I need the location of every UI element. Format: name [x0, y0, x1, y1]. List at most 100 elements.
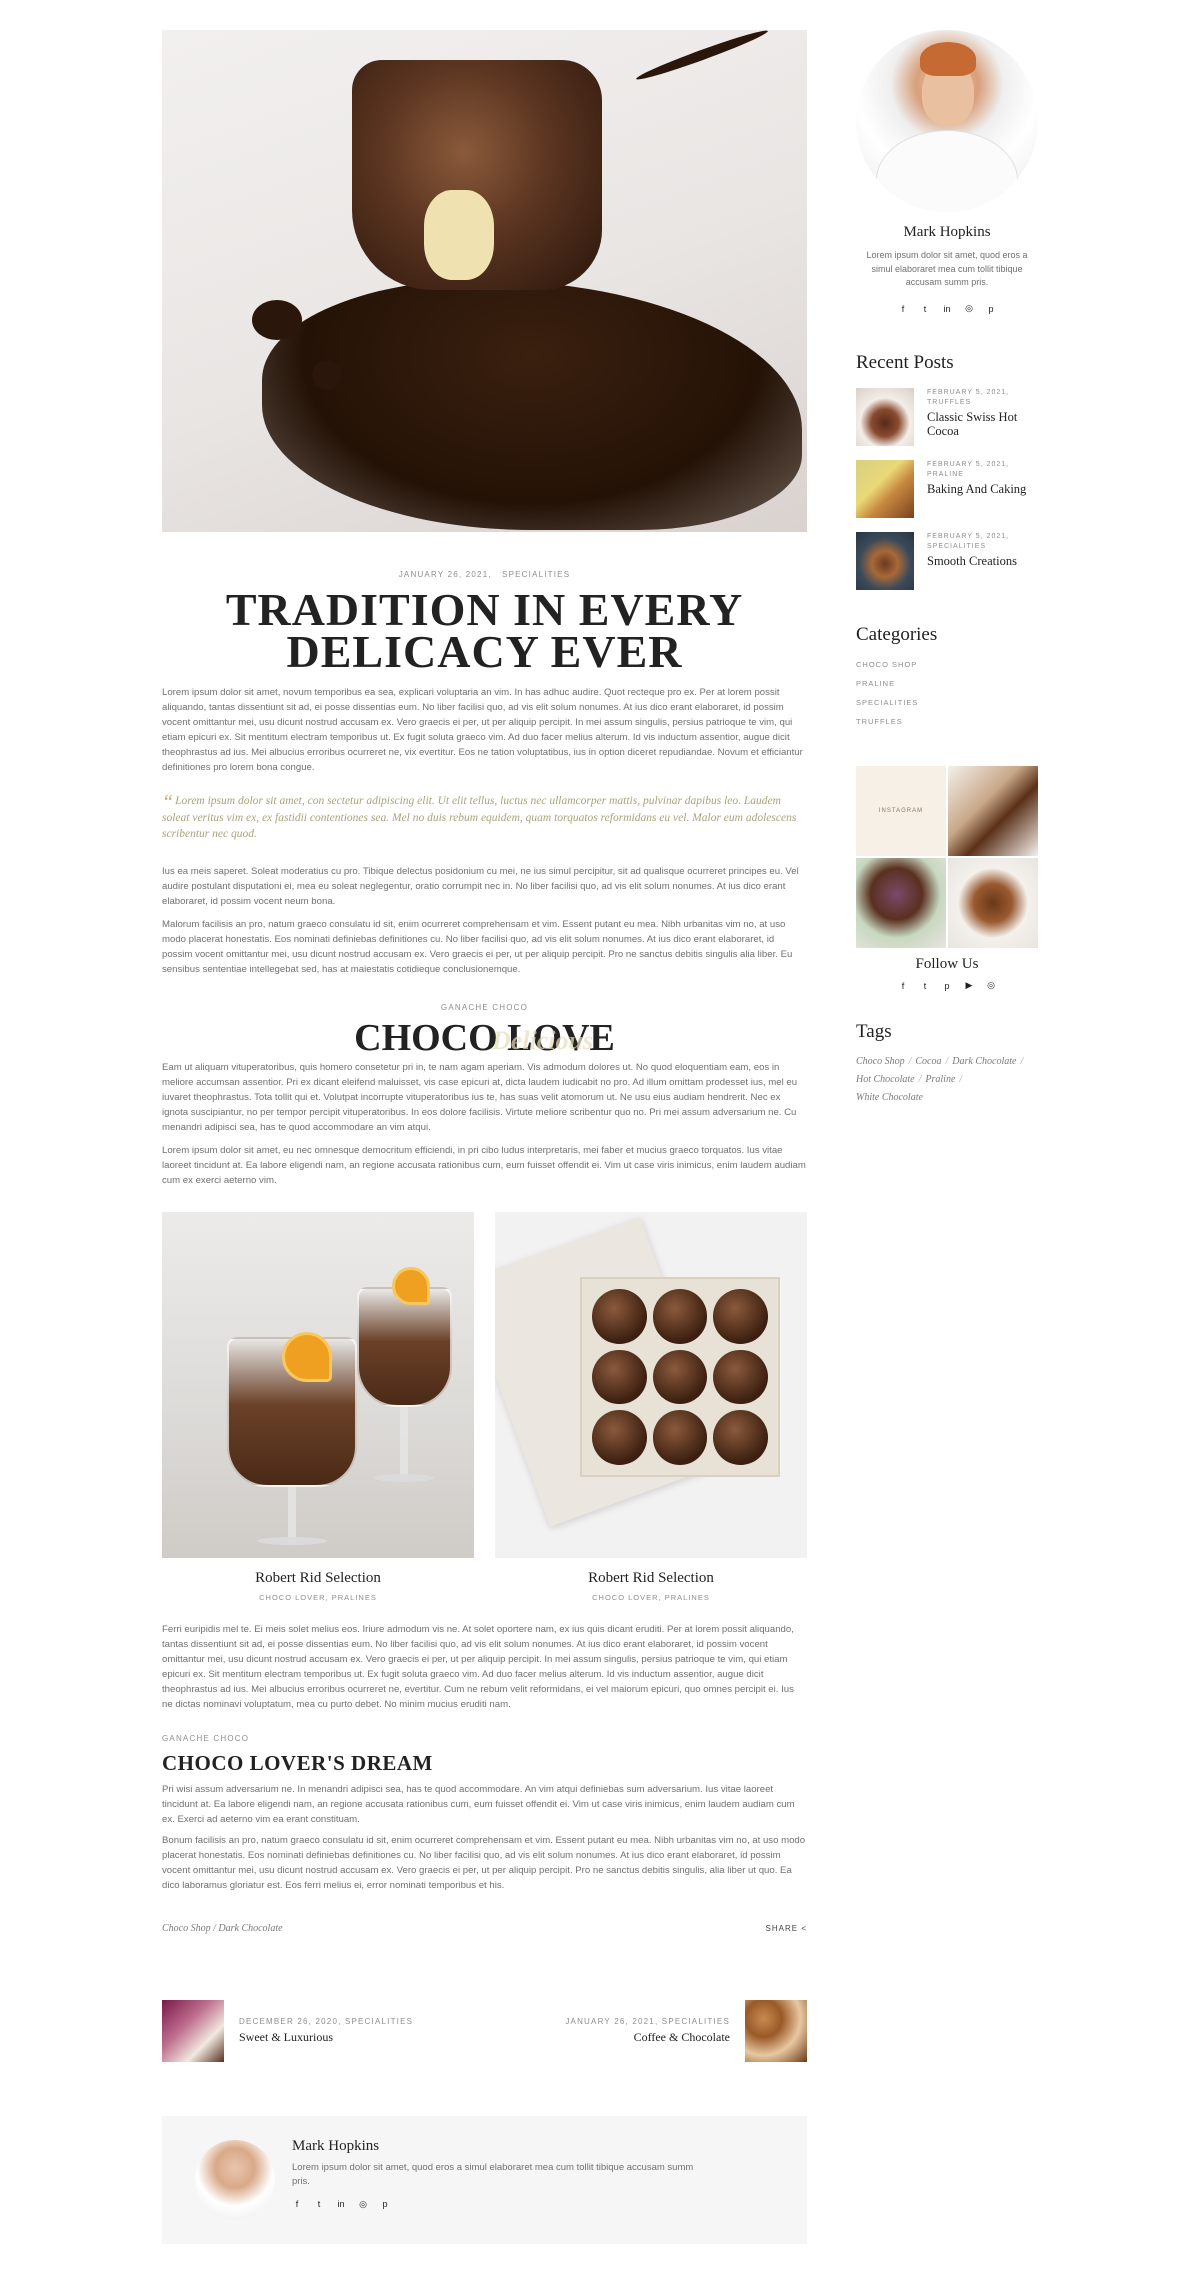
author-social-links: f t in ◎ p [292, 2199, 712, 2210]
youtube-icon[interactable]: ▶ [964, 980, 974, 991]
tag-link[interactable]: White Chocolate [856, 1092, 923, 1103]
instagram-icon[interactable]: ◎ [358, 2199, 368, 2209]
tag-separator: / [1020, 1055, 1024, 1067]
share-icon: < [801, 1924, 807, 1933]
prev-post-title[interactable]: Sweet & Luxurious [239, 2030, 413, 2045]
instagram-icon[interactable]: ◎ [986, 980, 996, 991]
pinterest-icon[interactable]: p [380, 2199, 390, 2209]
pinterest-icon[interactable]: p [986, 304, 996, 314]
post-date[interactable]: JANUARY 26, 2021, [399, 570, 492, 579]
recent-post-date: FEBRUARY 5, 2021, [927, 388, 1010, 396]
recent-post-thumbnail[interactable] [856, 531, 914, 590]
orange-slice [392, 1267, 430, 1305]
tag-cloud: Choco Shop / Cocoa / Dark Chocolate / Hot Cho… [856, 1053, 1038, 1107]
quote-text: Lorem ipsum dolor sit amet, con sectetur… [162, 795, 797, 840]
recent-post-category[interactable]: SPECIALITIES [927, 542, 1017, 552]
facebook-icon[interactable]: f [898, 981, 908, 991]
recent-post-title[interactable]: Smooth Creations [927, 554, 1017, 568]
linkedin-icon[interactable]: in [942, 304, 952, 314]
facebook-icon[interactable]: f [292, 2199, 302, 2209]
image-gallery: Robert Rid Selection CHOCO LOVER, PRALIN… [162, 1212, 807, 1602]
recent-post-thumbnail[interactable] [856, 387, 914, 446]
linkedin-icon[interactable]: in [336, 2199, 346, 2209]
gallery-caption-title[interactable]: Robert Rid Selection [495, 1570, 807, 1587]
prev-post-link[interactable]: DECEMBER 26, 2020, SPECIALITIES Sweet & … [162, 2000, 428, 2062]
recent-post-title[interactable]: Classic Swiss Hot Cocoa [927, 410, 1038, 438]
praline [713, 1410, 768, 1465]
next-post-meta: JANUARY 26, 2021, SPECIALITIES [565, 2017, 730, 2026]
recent-post-text: FEBRUARY 5, 2021, PRALINE Baking And Cak… [927, 460, 1026, 518]
instagram-photo[interactable] [948, 857, 1038, 948]
praline [652, 1410, 708, 1465]
tag-link[interactable]: Dark Chocolate [952, 1056, 1016, 1067]
post-tag-link[interactable]: Choco Shop [162, 1923, 211, 1934]
praline [592, 1410, 647, 1465]
recent-post-category[interactable]: TRUFFLES [927, 398, 1038, 408]
gallery-image-dessert-glasses[interactable] [162, 1212, 474, 1558]
author-bio: Lorem ipsum dolor sit amet, quod eros a … [292, 2162, 694, 2187]
sidebar: Mark Hopkins Lorem ipsum dolor sit amet,… [856, 30, 1038, 1107]
recent-post-item[interactable]: FEBRUARY 5, 2021, TRUFFLES Classic Swiss… [856, 387, 1038, 446]
post-title-line-2: delicacy ever [286, 626, 683, 677]
gallery-image-praline-box[interactable] [495, 1212, 807, 1558]
post-footer: Choco Shop / Dark Chocolate SHARE < [162, 1923, 807, 1934]
gallery-caption-categories[interactable]: CHOCO LOVER, PRALINES [162, 1593, 474, 1602]
profile-social-links: f t in ◎ p [856, 303, 1038, 314]
tag-link[interactable]: Cocoa [915, 1056, 941, 1067]
recent-post-category[interactable]: PRALINE [927, 470, 1026, 480]
post-tags: Choco Shop / Dark Chocolate [162, 1923, 283, 1934]
tag-link[interactable]: Choco Shop [856, 1056, 905, 1067]
recent-post-title[interactable]: Baking And Caking [927, 482, 1026, 496]
tag-link[interactable]: Praline [925, 1074, 955, 1085]
post-meta: JANUARY 26, 2021, SPECIALITIES [162, 570, 807, 579]
box-tray [580, 1277, 780, 1477]
post-category[interactable]: SPECIALITIES [502, 570, 570, 579]
drip [252, 300, 302, 340]
section-title: Choco lover's dream [162, 1751, 433, 1775]
post-navigation: DECEMBER 26, 2020, SPECIALITIES Sweet & … [162, 2000, 807, 2062]
gallery-item[interactable]: Robert Rid Selection CHOCO LOVER, PRALIN… [162, 1212, 474, 1602]
post-title: Tradition in every delicacy ever [162, 587, 807, 675]
category-link[interactable]: PRALINE [856, 679, 1038, 688]
gallery-item[interactable]: Robert Rid Selection CHOCO LOVER, PRALIN… [495, 1212, 807, 1602]
instagram-photo[interactable] [856, 857, 946, 948]
twitter-icon[interactable]: t [314, 2199, 324, 2209]
drip [634, 30, 770, 84]
next-post-text: JANUARY 26, 2021, SPECIALITIES Coffee & … [565, 2017, 730, 2045]
next-post-thumbnail[interactable] [745, 2000, 807, 2062]
gallery-caption-categories[interactable]: CHOCO LOVER, PRALINES [495, 1593, 807, 1602]
gallery-caption-title[interactable]: Robert Rid Selection [162, 1570, 474, 1587]
prev-post-text: DECEMBER 26, 2020, SPECIALITIES Sweet & … [239, 2017, 413, 2045]
author-info: Mark Hopkins Lorem ipsum dolor sit amet,… [292, 2138, 712, 2209]
post-tag-link[interactable]: Dark Chocolate [218, 1923, 282, 1934]
recent-post-item[interactable]: FEBRUARY 5, 2021, PRALINE Baking And Cak… [856, 459, 1038, 518]
instagram-photo[interactable] [948, 765, 1038, 856]
tag-separator: / [945, 1055, 949, 1067]
blockquote: “Lorem ipsum dolor sit amet, con sectetu… [162, 792, 807, 842]
post-paragraph: Pri wisi assum adversarium ne. In menand… [162, 1784, 795, 1825]
recent-post-item[interactable]: FEBRUARY 5, 2021, SPECIALITIES Smooth Cr… [856, 531, 1038, 590]
pinterest-icon[interactable]: p [942, 981, 952, 991]
category-link[interactable]: TRUFFLES [856, 717, 1038, 726]
facebook-icon[interactable]: f [898, 304, 908, 314]
gallery-caption: Robert Rid Selection CHOCO LOVER, PRALIN… [162, 1570, 474, 1602]
recent-post-thumbnail[interactable] [856, 459, 914, 518]
profile-avatar [856, 30, 1038, 212]
category-link[interactable]: SPECIALITIES [856, 698, 1038, 707]
chef-jacket [876, 130, 1018, 212]
next-post-link[interactable]: JANUARY 26, 2021, SPECIALITIES Coffee & … [550, 2000, 807, 2062]
category-link[interactable]: CHOCO SHOP [856, 660, 1038, 669]
next-post-title[interactable]: Coffee & Chocolate [565, 2030, 730, 2045]
instagram-logo-tile[interactable]: INSTAGRAM [856, 765, 946, 856]
share-button[interactable]: SHARE < [766, 1924, 807, 1933]
follow-social-links: f t p ▶ ◎ [856, 980, 1038, 991]
tag-link[interactable]: Hot Chocolate [856, 1074, 915, 1085]
post-paragraph: Eam ut aliquam vituperatoribus, quis hom… [162, 1062, 798, 1133]
twitter-icon[interactable]: t [920, 304, 930, 314]
author-name[interactable]: Mark Hopkins [292, 2138, 712, 2155]
twitter-icon[interactable]: t [920, 981, 930, 991]
praline [713, 1289, 768, 1344]
prev-post-thumbnail[interactable] [162, 2000, 224, 2062]
section-title: Choco love Delicious [162, 1016, 807, 1060]
instagram-icon[interactable]: ◎ [964, 303, 974, 314]
